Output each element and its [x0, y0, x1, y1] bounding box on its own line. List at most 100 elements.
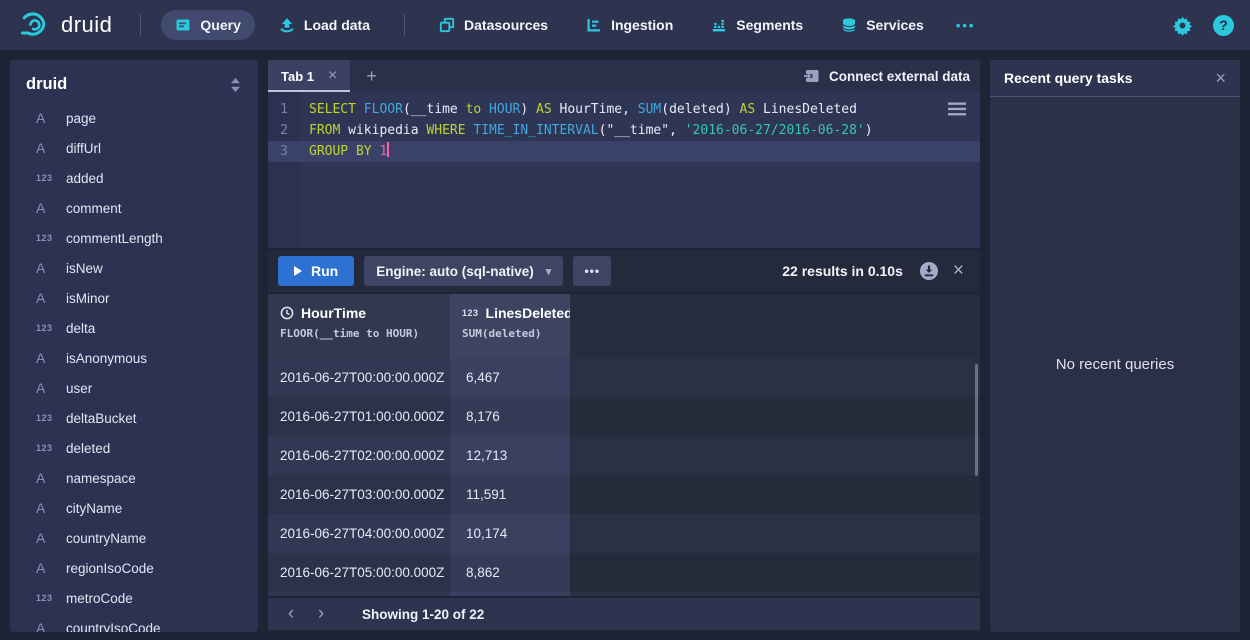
nav-item-services[interactable]: Services [827, 10, 938, 40]
header-empty-area [570, 294, 980, 358]
column-name: isMinor [66, 291, 110, 306]
linesdeleted-cell[interactable]: 12,713 [450, 436, 570, 475]
sidebar-column-deleted[interactable]: 123deleted [10, 433, 258, 463]
column-header-hourtime[interactable]: HourTime FLOOR(__time to HOUR) [268, 294, 450, 358]
nav-item-segments[interactable]: Segments [697, 10, 817, 40]
hourtime-cell[interactable]: 2016-06-27T01:00:00.000Z [268, 397, 450, 436]
add-tab-button[interactable]: + [366, 66, 377, 87]
results-scrollbar[interactable] [975, 364, 978, 476]
navbar-divider [140, 14, 141, 36]
sidebar-column-added[interactable]: 123added [10, 163, 258, 193]
datasource-header[interactable]: druid [10, 60, 258, 103]
results-header-row: HourTime FLOOR(__time to HOUR) 123 Lines… [268, 294, 980, 358]
settings-gear-icon[interactable] [1172, 15, 1193, 36]
close-tasks-panel-icon[interactable]: × [1215, 68, 1226, 89]
next-page-icon[interactable]: › [306, 603, 336, 625]
result-row[interactable]: 2016-06-27T02:00:00.000Z12,713 [268, 436, 980, 475]
nav-label: Services [866, 17, 924, 33]
code-text: GROUP BY 1 [309, 141, 389, 162]
sidebar-column-regionIsoCode[interactable]: AregionIsoCode [10, 553, 258, 583]
hourtime-cell[interactable]: 2016-06-27T00:00:00.000Z [268, 358, 450, 397]
results-pagination: ‹ › Showing 1-20 of 22 [268, 598, 980, 630]
nav-item-datasources[interactable]: Datasources [425, 10, 562, 40]
recent-query-tasks-panel: Recent query tasks × No recent queries [990, 60, 1240, 632]
sidebar-column-isAnonymous[interactable]: AisAnonymous [10, 343, 258, 373]
result-row[interactable]: 2016-06-27T04:00:00.000Z10,174 [268, 514, 980, 553]
column-name: isAnonymous [66, 351, 147, 366]
code-line-3[interactable]: 3GROUP BY 1 [268, 141, 980, 162]
sidebar-column-countryName[interactable]: AcountryName [10, 523, 258, 553]
results-body: 2016-06-27T00:00:00.000Z6,4672016-06-27T… [268, 358, 980, 592]
code-line-1[interactable]: 1SELECT FLOOR(__time to HOUR) AS HourTim… [268, 99, 980, 120]
services-database-icon [841, 17, 857, 33]
result-row[interactable]: 2016-06-27T05:00:00.000Z8,862 [268, 553, 980, 592]
sidebar-column-cityName[interactable]: AcityName [10, 493, 258, 523]
number-type-icon: 123 [36, 443, 66, 453]
sidebar-column-namespace[interactable]: Anamespace [10, 463, 258, 493]
query-workbench: Tab 1 × + Connect external data 1SELECT … [268, 60, 980, 632]
sidebar-column-user[interactable]: Auser [10, 373, 258, 403]
column-name: countryName [66, 531, 146, 546]
sidebar-column-comment[interactable]: Acomment [10, 193, 258, 223]
hourtime-cell[interactable]: 2016-06-27T05:00:00.000Z [268, 553, 450, 592]
run-button[interactable]: Run [278, 256, 354, 286]
sidebar-column-commentLength[interactable]: 123commentLength [10, 223, 258, 253]
hourtime-cell[interactable]: 2016-06-27T02:00:00.000Z [268, 436, 450, 475]
nav-item-ingestion[interactable]: Ingestion [572, 10, 687, 40]
hourtime-cell[interactable]: 2016-06-27T03:00:00.000Z [268, 475, 450, 514]
linesdeleted-cell[interactable]: 6,467 [450, 358, 570, 397]
linesdeleted-cell[interactable]: 8,862 [450, 553, 570, 592]
nav-more-button[interactable]: ••• [948, 12, 984, 39]
play-icon [294, 266, 302, 276]
column-name: HourTime [301, 305, 366, 321]
datasource-name: druid [26, 75, 67, 94]
string-type-icon: A [36, 500, 66, 516]
query-tab-bar: Tab 1 × + Connect external data [268, 60, 980, 92]
string-type-icon: A [36, 200, 66, 216]
download-results-icon[interactable] [919, 261, 939, 281]
close-results-icon[interactable]: × [953, 260, 964, 282]
linesdeleted-cell[interactable]: 11,591 [450, 475, 570, 514]
result-row[interactable]: 2016-06-27T03:00:00.000Z11,591 [268, 475, 980, 514]
nav-item-load-data[interactable]: Load data [265, 10, 384, 40]
nav-label: Query [200, 17, 240, 33]
code-line-2[interactable]: 2FROM wikipedia WHERE TIME_IN_INTERVAL("… [268, 120, 980, 141]
sort-columns-icon[interactable] [229, 77, 242, 93]
hourtime-cell[interactable]: 2016-06-27T04:00:00.000Z [268, 514, 450, 553]
sql-editor[interactable]: 1SELECT FLOOR(__time to HOUR) AS HourTim… [268, 92, 980, 248]
druid-brand[interactable]: druid [16, 9, 112, 41]
navbar-divider [404, 14, 405, 36]
linesdeleted-cell[interactable]: 10,174 [450, 514, 570, 553]
row-empty-area [570, 397, 980, 436]
tasks-panel-header: Recent query tasks × [990, 60, 1240, 97]
engine-select[interactable]: Engine: auto (sql-native) ▾ [364, 256, 563, 286]
help-icon[interactable]: ? [1213, 15, 1234, 36]
linesdeleted-cell[interactable]: 8,176 [450, 397, 570, 436]
string-type-icon: A [36, 560, 66, 576]
code-text: FROM wikipedia WHERE TIME_IN_INTERVAL("_… [309, 120, 873, 141]
query-more-button[interactable]: ••• [573, 256, 611, 286]
sidebar-column-diffUrl[interactable]: AdiffUrl [10, 133, 258, 163]
result-row[interactable]: 2016-06-27T01:00:00.000Z8,176 [268, 397, 980, 436]
column-expression: SUM(deleted) [462, 327, 570, 340]
sidebar-column-delta[interactable]: 123delta [10, 313, 258, 343]
result-row[interactable]: 2016-06-27T00:00:00.000Z6,467 [268, 358, 980, 397]
nav-item-query[interactable]: Query [161, 10, 254, 40]
column-name: user [66, 381, 92, 396]
run-toolbar: Run Engine: auto (sql-native) ▾ ••• 22 r… [268, 250, 980, 292]
sidebar-column-metroCode[interactable]: 123metroCode [10, 583, 258, 613]
column-header-linesdeleted[interactable]: 123 LinesDeleted SUM(deleted) [450, 294, 570, 358]
sidebar-column-isMinor[interactable]: AisMinor [10, 283, 258, 313]
sidebar-column-countryIsoCode[interactable]: AcountryIsoCode [10, 613, 258, 632]
row-empty-area [570, 358, 980, 397]
connect-external-data-button[interactable]: Connect external data [803, 68, 970, 84]
editor-menu-icon[interactable] [948, 102, 966, 121]
sidebar-column-page[interactable]: Apage [10, 103, 258, 133]
tab-1[interactable]: Tab 1 × [268, 60, 350, 92]
code-text: SELECT FLOOR(__time to HOUR) AS HourTime… [309, 99, 857, 120]
sidebar-column-isNew[interactable]: AisNew [10, 253, 258, 283]
tab-close-icon[interactable]: × [328, 67, 337, 85]
sidebar-column-deltaBucket[interactable]: 123deltaBucket [10, 403, 258, 433]
prev-page-icon[interactable]: ‹ [276, 603, 306, 625]
string-type-icon: A [36, 530, 66, 546]
